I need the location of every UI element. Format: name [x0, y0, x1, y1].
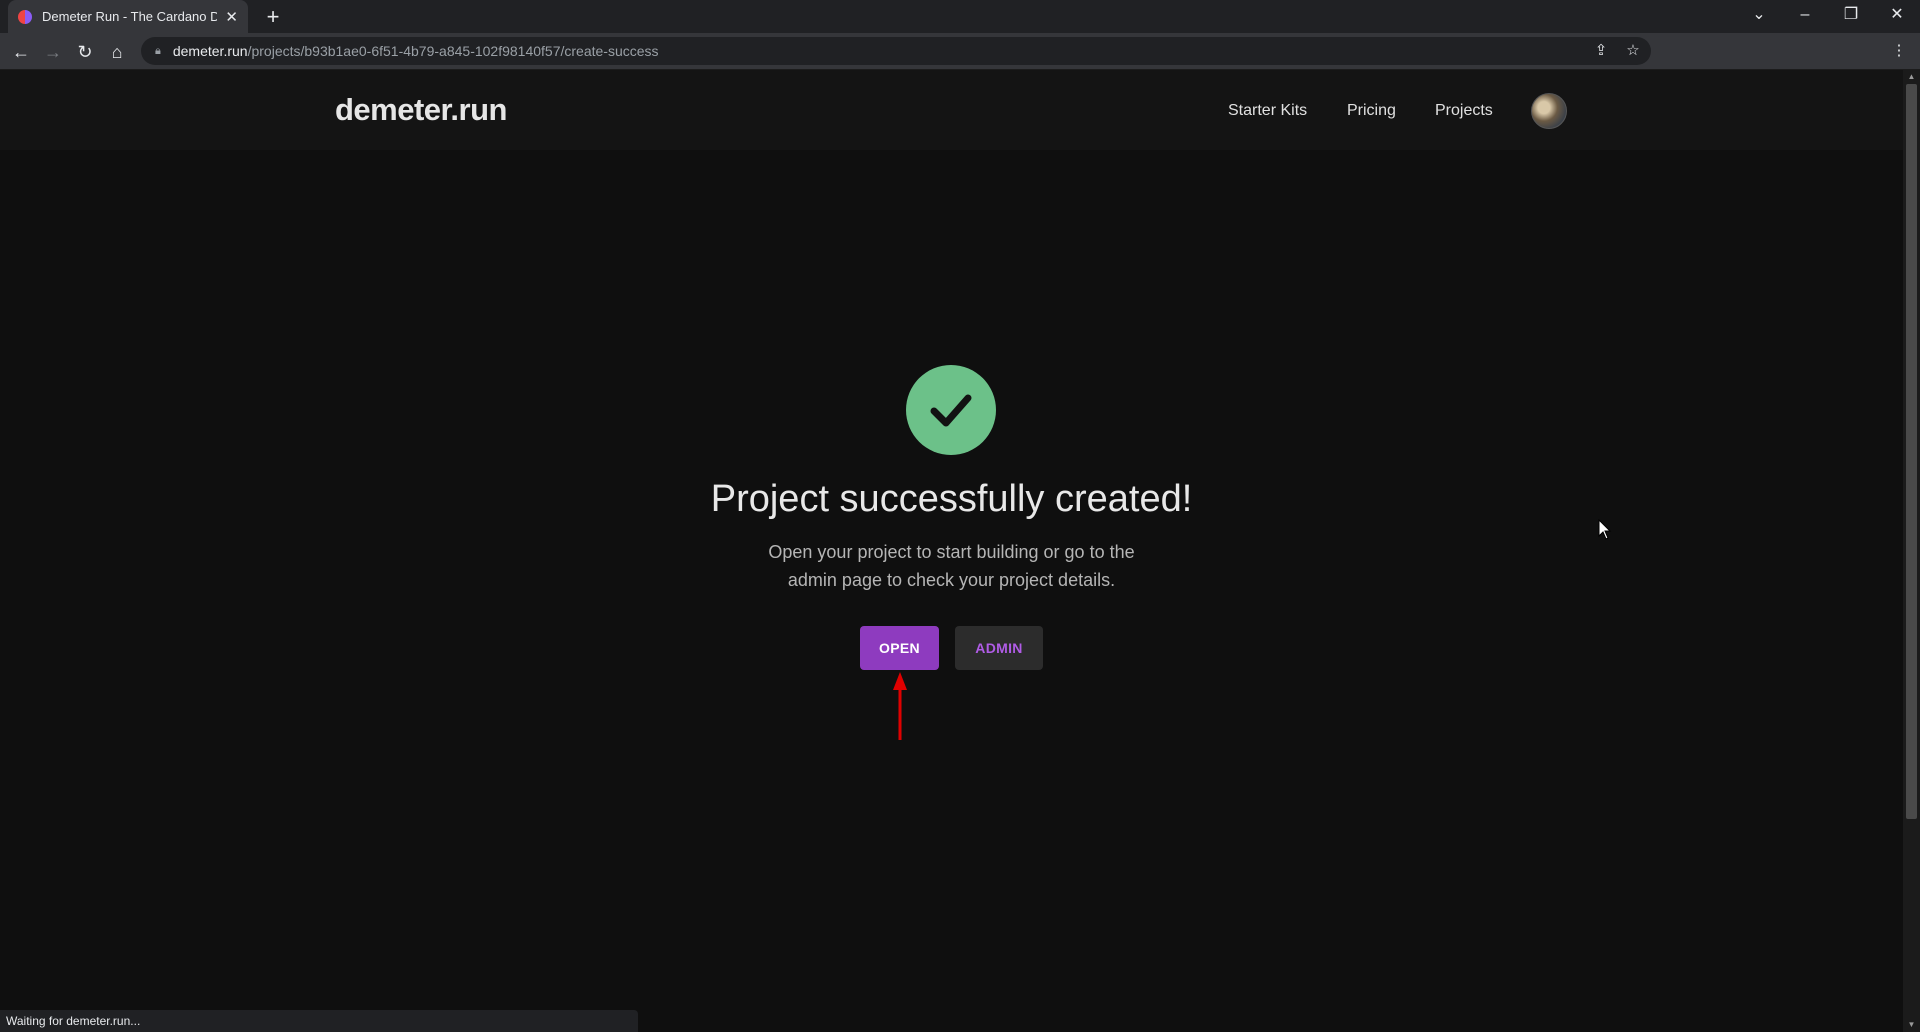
site-header: demeter.run Starter Kits Pricing Project…	[0, 70, 1903, 150]
scroll-down-icon[interactable]: ▼	[1903, 1018, 1920, 1032]
tab-title: Demeter Run - The Cardano Dev	[42, 9, 218, 24]
page-scrollbar[interactable]: ▲ ▼	[1903, 70, 1920, 1032]
browser-tab[interactable]: Demeter Run - The Cardano Dev ✕	[8, 0, 248, 33]
address-bar[interactable]: 🔒︎ demeter.run/projects/b93b1ae0-6f51-4b…	[141, 37, 1651, 65]
site-logo[interactable]: demeter.run	[335, 92, 507, 128]
minimize-icon[interactable]: –	[1782, 0, 1828, 33]
nav-pricing[interactable]: Pricing	[1347, 102, 1396, 120]
share-icon[interactable]: ⇪	[1588, 37, 1614, 65]
new-tab-button[interactable]: +	[260, 4, 286, 30]
forward-icon[interactable]: →	[40, 39, 66, 65]
tab-search-icon[interactable]: ⌄	[1736, 0, 1782, 33]
tab-close-icon[interactable]: ✕	[225, 8, 238, 26]
success-check-circle	[906, 365, 996, 455]
open-button[interactable]: OPEN	[860, 626, 939, 670]
url-host: demeter.run	[172, 43, 248, 59]
window-close-icon[interactable]: ✕	[1874, 0, 1920, 33]
url-path: /projects/b93b1ae0-6f51-4b79-a845-102f98…	[247, 43, 659, 59]
nav-projects[interactable]: Projects	[1435, 102, 1493, 120]
checkmark-icon	[930, 394, 972, 427]
nav-starter-kits[interactable]: Starter Kits	[1228, 102, 1307, 120]
description-line-2: admin page to check your project details…	[787, 570, 1116, 590]
admin-button[interactable]: ADMIN	[955, 626, 1043, 670]
lock-icon: 🔒︎	[155, 44, 161, 57]
page-title: Project successfully created!	[710, 478, 1193, 520]
back-icon[interactable]: ←	[8, 39, 34, 65]
restore-icon[interactable]: ❐	[1828, 0, 1874, 33]
description-line-1: Open your project to start building or g…	[768, 542, 1135, 562]
browser-status-bar: Waiting for demeter.run...	[0, 1010, 638, 1032]
browser-menu-icon[interactable]: ⋮	[1886, 37, 1912, 65]
success-description: Open your project to start building or g…	[0, 538, 1903, 594]
home-icon[interactable]: ⌂	[104, 39, 130, 65]
browser-tab-strip: Demeter Run - The Cardano Dev ✕ + ⌄ – ❐ …	[0, 0, 1920, 33]
page-content: demeter.run Starter Kits Pricing Project…	[0, 70, 1903, 1032]
user-avatar[interactable]	[1531, 93, 1567, 129]
browser-toolbar: ← → ↻ ⌂ 🔒︎ demeter.run/projects/b93b1ae0…	[0, 33, 1920, 70]
mouse-cursor-icon	[1598, 519, 1612, 540]
scroll-up-icon[interactable]: ▲	[1903, 70, 1920, 84]
site-favicon-icon	[18, 9, 32, 24]
bookmark-star-icon[interactable]: ☆	[1620, 37, 1646, 65]
reload-icon[interactable]: ↻	[72, 39, 98, 65]
scroll-thumb[interactable]	[1906, 84, 1917, 819]
red-arrow-icon	[893, 672, 907, 740]
